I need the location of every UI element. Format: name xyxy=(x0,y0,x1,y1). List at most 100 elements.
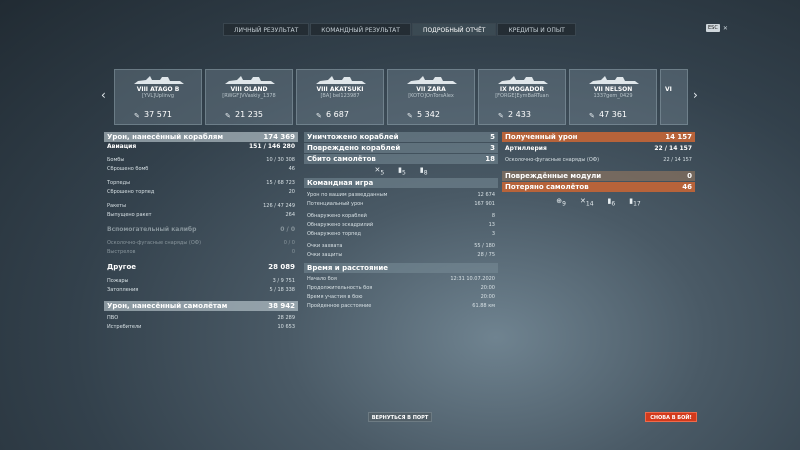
team-row: Потенциальный урон 167 901 xyxy=(307,201,495,207)
ship-player: [KOTO]OnTorsAlex xyxy=(408,93,454,99)
tab-bar: ЛИЧНЫЙ РЕЗУЛЬТАТ КОМАНДНЫЙ РЕЗУЛЬТАТ ПОД… xyxy=(223,23,577,36)
ship-card[interactable]: VII ZARA [KOTO]OnTorsAlex ✎ 5 342 xyxy=(387,69,475,125)
ship-silhouette-icon xyxy=(407,76,457,84)
shell-icon: ▮6 xyxy=(607,196,616,208)
combat-icons-row: ✕5 ▮5 ▮8 xyxy=(304,164,498,178)
section-header-ship-damage: Урон, нанесённый кораблям 174 369 xyxy=(104,132,298,142)
battle-again-button[interactable]: СНОВА В БОЙ! xyxy=(645,412,697,422)
stat-fighters: Истребители 10 653 xyxy=(107,324,295,330)
time-row: Продолжительность боя 20:00 xyxy=(307,285,495,291)
stat-bombs: Бомбы 10 / 30 308 xyxy=(107,157,295,163)
ship-name: VIII ATAGO B xyxy=(136,86,180,93)
stat-ships-damaged: Повреждено кораблей 3 xyxy=(304,143,498,153)
stat-he-shells: Осколочно-фугасные снаряды (ОФ) 0 / 0 xyxy=(107,240,295,246)
carousel-prev-arrow-icon[interactable]: ‹ xyxy=(101,88,106,102)
tab-credits-xp[interactable]: КРЕДИТЫ И ОПЫТ xyxy=(497,23,576,36)
ship-player: [YVL]Uplinvg xyxy=(141,93,175,99)
stat-aa: ПВО 28 289 xyxy=(107,315,295,321)
time-row: Время участия в бою 20:00 xyxy=(307,294,495,300)
ship-silhouette-icon xyxy=(134,76,184,84)
stat-ships-destroyed: Уничтожено кораблей 5 xyxy=(304,132,498,142)
stat-torpedoes-dropped: Сброшено торпед 20 xyxy=(107,189,295,195)
combat-panel: Уничтожено кораблей 5 Повреждено кораблей… xyxy=(304,132,498,311)
damage-icon: ✎ xyxy=(316,112,322,120)
team-row: Обнаружено кораблей 8 xyxy=(307,213,495,219)
stat-bombs-dropped: Сброшено бомб 46 xyxy=(107,166,295,172)
ship-silhouette-icon xyxy=(498,76,548,84)
damage-icon: ✎ xyxy=(589,112,595,120)
ship-damage: 5 342 xyxy=(417,110,440,119)
stat-he-received: Осколочно-фугасные снаряды (ОФ) 22 / 14 1… xyxy=(505,157,692,163)
stat-floods: Затопления 5 / 18 338 xyxy=(107,287,295,293)
team-row: Обнаружено эскадрилий 13 xyxy=(307,222,495,228)
ship-player: [BA] bel123987 xyxy=(320,93,360,99)
damage-icon: ✎ xyxy=(225,112,231,120)
kill-icon: ✕14 xyxy=(580,196,594,208)
stat-planes-lost: Потеряно самолётов 46 xyxy=(502,182,695,192)
tab-detailed-report[interactable]: ПОДРОБНЫЙ ОТЧЁТ xyxy=(411,23,497,36)
received-icons-row: ⊕9 ✕14 ▮6 ▮17 xyxy=(502,195,695,209)
ship-name: VII NELSON xyxy=(593,86,633,93)
ship-damage: 37 571 xyxy=(144,110,172,119)
ship-card[interactable]: VI xyxy=(660,69,688,125)
ship-player: [RWGF]VVaskiy_1378 xyxy=(222,93,276,99)
ship-damage: 21 235 xyxy=(235,110,263,119)
close-control[interactable]: ESC ✕ xyxy=(706,24,728,32)
team-row: Обнаружено торпед 3 xyxy=(307,231,495,237)
tab-personal-result[interactable]: ЛИЧНЫЙ РЕЗУЛЬТАТ xyxy=(223,23,310,36)
stat-shots: Выстрелов 0 xyxy=(107,249,295,255)
ship-card[interactable]: VIII OLAND [RWGF]VVaskiy_1378 ✎ 21 235 xyxy=(205,69,293,125)
team-row: Урон по вашим разведданным 12 674 xyxy=(307,192,495,198)
ship-name: VIII AKATSUKI xyxy=(316,86,364,93)
return-to-port-button[interactable]: ВЕРНУТЬСЯ В ПОРТ xyxy=(368,412,432,422)
ship-player: 1337gem_0429 xyxy=(593,93,633,99)
damage-icon: ✎ xyxy=(407,112,413,120)
damage-dealt-panel: Урон, нанесённый кораблям 174 369 Авиация… xyxy=(104,132,298,332)
ship-card[interactable]: VII NELSON 1337gem_0429 ✎ 47 361 xyxy=(569,69,657,125)
damage-icon: ✎ xyxy=(134,112,140,120)
ship-card[interactable]: VIII ATAGO B [YVL]Uplinvg ✎ 37 571 xyxy=(114,69,202,125)
tab-team-result[interactable]: КОМАНДНЫЙ РЕЗУЛЬТАТ xyxy=(310,23,411,36)
stat-rockets: Ракеты 126 / 47 249 xyxy=(107,203,295,209)
esc-key-hint: ESC xyxy=(706,24,720,32)
team-row: Очки защиты 28 / 75 xyxy=(307,252,495,258)
carousel-next-arrow-icon[interactable]: › xyxy=(693,88,698,102)
ammo-icon: ▮17 xyxy=(629,196,641,208)
stat-fires: Пожары 3 / 9 751 xyxy=(107,278,295,284)
ship-silhouette-icon xyxy=(589,76,639,84)
kill-icon: ✕5 xyxy=(374,165,385,177)
stat-torpedoes: Торпеды 15 / 68 723 xyxy=(107,180,295,186)
stat-rockets-fired: Выпущено ракет 264 xyxy=(107,212,295,218)
section-header-plane-damage: Урон, нанесённый самолётам 38 942 xyxy=(104,301,298,311)
stat-aviation: Авиация 151 / 146 280 xyxy=(107,143,295,150)
ship-name: VIII OLAND xyxy=(230,86,268,93)
section-header-team-play: Командная игра xyxy=(304,178,498,188)
close-icon[interactable]: ✕ xyxy=(723,25,728,32)
ship-name: VII ZARA xyxy=(416,86,446,93)
shell-icon: ▮5 xyxy=(398,165,406,177)
ship-card[interactable]: IX MOGADOR [FORGE]EymBaRTuan ✎ 2 433 xyxy=(478,69,566,125)
stat-artillery: Артиллерия 22 / 14 157 xyxy=(505,145,692,152)
stat-damaged-modules: Повреждённые модули 0 xyxy=(502,171,695,181)
crosshair-icon: ⊕9 xyxy=(556,196,566,208)
ship-damage: 2 433 xyxy=(508,110,531,119)
section-header-time-distance: Время и расстояние xyxy=(304,263,498,273)
time-row: Пройденное расстояние 61.88 км xyxy=(307,303,495,309)
stat-other: Другое 28 089 xyxy=(107,263,295,271)
ship-card[interactable]: VIII AKATSUKI [BA] bel123987 ✎ 6 687 xyxy=(296,69,384,125)
ship-name: IX MOGADOR xyxy=(499,86,545,93)
ship-player: [FORGE]EymBaRTuan xyxy=(495,93,549,99)
section-header-damage-received: Полученный урон 14 157 xyxy=(502,132,695,142)
ship-silhouette-icon xyxy=(225,76,275,84)
ship-silhouette-icon xyxy=(316,76,366,84)
stat-secondary-battery: Вспомогательный калибр 0 / 0 xyxy=(107,226,295,233)
time-row: Начало боя 12:31 10.07.2020 xyxy=(307,276,495,282)
ship-damage: 47 361 xyxy=(599,110,627,119)
damage-received-panel: Полученный урон 14 157 Артиллерия 22 / 14 … xyxy=(502,132,695,209)
ammo-icon: ▮8 xyxy=(419,165,428,177)
ship-damage: 6 687 xyxy=(326,110,349,119)
team-row: Очки захвата 55 / 180 xyxy=(307,243,495,249)
damage-icon: ✎ xyxy=(498,112,504,120)
ship-name: VI xyxy=(665,86,672,93)
stat-planes-shot: Сбито самолётов 18 xyxy=(304,154,498,164)
